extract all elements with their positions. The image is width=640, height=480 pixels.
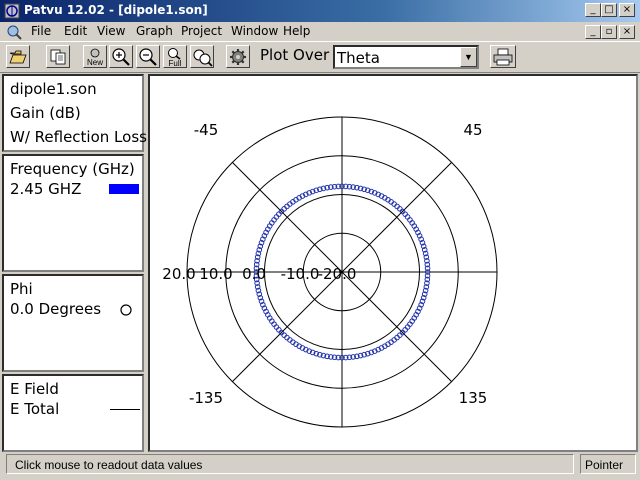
radial-label-20: 20.0 — [162, 265, 195, 283]
circle-marker-icon — [120, 304, 132, 316]
status-message: Click mouse to readout data values — [6, 454, 574, 474]
radial-label-minus-10: -10.0 — [281, 265, 320, 283]
copy-button[interactable] — [46, 45, 70, 68]
field-box: E Field E Total — [2, 374, 144, 452]
radial-label-10: 10.0 — [199, 265, 232, 283]
zoom-in-button[interactable] — [109, 45, 133, 68]
new-label: New — [87, 58, 103, 67]
menu-bar: File Edit View Graph Project Window Help… — [0, 22, 640, 41]
menu-window[interactable]: Window — [231, 24, 278, 38]
zoom-out-button[interactable] — [136, 45, 160, 68]
angle-label-minus-135: -135 — [189, 389, 223, 407]
menu-view[interactable]: View — [97, 24, 125, 38]
polar-plot-area[interactable]: -45 45 -135 135 20.0 10.0 0.0 -10.0 -20.… — [148, 74, 638, 452]
info-box: dipole1.son Gain (dB) W/ Reflection Loss — [2, 74, 147, 152]
new-button[interactable]: New — [83, 45, 107, 68]
phi-value[interactable]: 0.0 Degrees — [10, 300, 101, 318]
plot-over-select[interactable]: Theta ▼ — [333, 45, 479, 69]
print-button[interactable] — [490, 45, 516, 68]
status-mode: Pointer — [580, 454, 636, 474]
close-button[interactable]: × — [619, 3, 635, 17]
zoom-region-icon — [193, 49, 213, 67]
field-header: E Field — [10, 380, 59, 398]
full-icon: Full — [168, 47, 182, 67]
app-icon — [4, 3, 20, 19]
frequency-color-swatch — [109, 184, 139, 194]
field-value[interactable]: E Total — [10, 400, 59, 418]
open-icon — [9, 50, 27, 63]
polar-labels: -45 45 -135 135 20.0 10.0 0.0 -10.0 -20.… — [162, 121, 487, 407]
mdi-minimize-button[interactable]: _ — [585, 25, 601, 39]
phi-box: Phi 0.0 Degrees — [2, 274, 144, 372]
full-button[interactable]: Full — [163, 45, 187, 68]
quantity-label: Gain (dB) — [10, 104, 81, 122]
maximize-button[interactable]: □ — [601, 3, 617, 17]
angle-label-45: 45 — [463, 121, 482, 139]
menu-project[interactable]: Project — [181, 24, 222, 38]
frequency-box: Frequency (GHz) 2.45 GHZ — [2, 154, 144, 272]
new-icon: New — [87, 48, 103, 67]
zoom-out-icon — [139, 47, 157, 66]
settings-button[interactable] — [226, 45, 250, 68]
title-bar: Patvu 12.02 - [dipole1.son] _ □ × — [0, 0, 640, 22]
radial-label-minus-20: -20.0 — [318, 265, 357, 283]
status-bar: Click mouse to readout data values Point… — [0, 452, 640, 480]
frequency-header: Frequency (GHz) — [10, 160, 135, 178]
reflection-note: W/ Reflection Loss — [10, 128, 147, 146]
solid-line-marker — [110, 409, 140, 410]
document-icon[interactable] — [6, 24, 22, 40]
legend-panel: dipole1.son Gain (dB) W/ Reflection Loss… — [0, 74, 147, 452]
angle-label-135: 135 — [459, 389, 488, 407]
angle-label-minus-45: -45 — [194, 121, 219, 139]
zoom-in-icon — [112, 47, 130, 66]
plot-over-label: Plot Over — [260, 46, 330, 64]
print-icon — [493, 48, 513, 65]
settings-gear-icon — [230, 48, 246, 65]
dropdown-arrow-icon[interactable]: ▼ — [460, 47, 477, 67]
mdi-close-button[interactable]: × — [619, 25, 635, 39]
polar-plot[interactable]: -45 45 -135 135 20.0 10.0 0.0 -10.0 -20.… — [150, 76, 636, 450]
phi-header: Phi — [10, 280, 33, 298]
open-button[interactable] — [6, 45, 30, 68]
frequency-value[interactable]: 2.45 GHZ — [10, 180, 81, 198]
radial-label-0: 0.0 — [242, 265, 266, 283]
minimize-button[interactable]: _ — [585, 3, 601, 17]
menu-edit[interactable]: Edit — [64, 24, 87, 38]
mdi-restore-button[interactable]: ▫ — [601, 25, 617, 39]
menu-graph[interactable]: Graph — [136, 24, 173, 38]
plot-over-value: Theta — [337, 49, 380, 67]
full-label: Full — [169, 59, 182, 67]
copy-icon — [50, 49, 66, 64]
zoom-region-button[interactable] — [190, 45, 214, 68]
file-name: dipole1.son — [10, 80, 97, 98]
window-title: Patvu 12.02 - [dipole1.son] — [24, 3, 208, 17]
menu-help[interactable]: Help — [283, 24, 310, 38]
menu-file[interactable]: File — [31, 24, 51, 38]
